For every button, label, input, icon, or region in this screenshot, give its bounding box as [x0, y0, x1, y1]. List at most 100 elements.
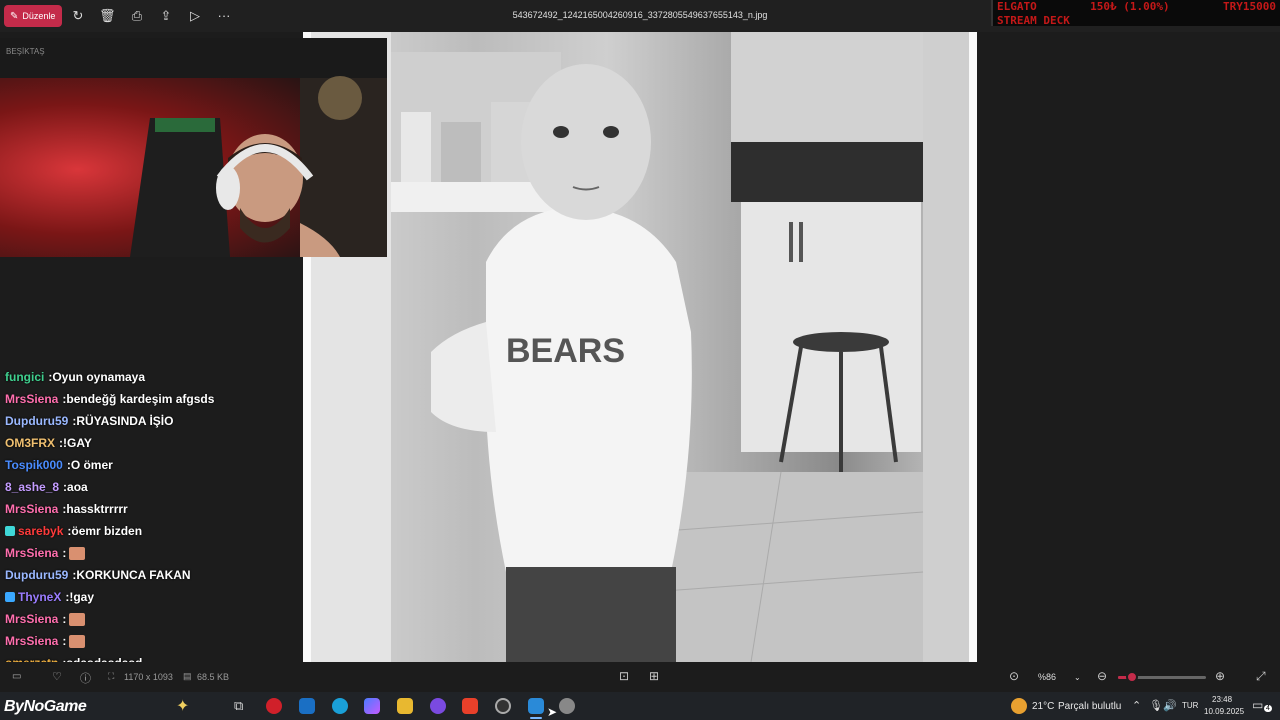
chat-badge-icon: [5, 592, 15, 602]
displayed-photo: BEARS: [311, 32, 969, 662]
photos-icon[interactable]: [528, 698, 544, 714]
zoom-out-icon[interactable]: ⊖: [1097, 669, 1107, 683]
chevron-up-icon[interactable]: ⌃: [1132, 699, 1141, 712]
edge-icon[interactable]: [332, 698, 348, 714]
chat-emote-icon: [69, 546, 86, 560]
zoom-select[interactable]: %86 ⌄: [1032, 667, 1086, 687]
chat-feed: fungici: Oyun oynamaya MrsSiena: bendeğğ …: [0, 366, 300, 696]
mouse-cursor-icon: ➤: [547, 705, 558, 719]
chat-message: ThyneX: !gay: [0, 586, 300, 608]
chat-emote-icon: [69, 612, 86, 626]
notification-icon[interactable]: ▭: [1252, 698, 1263, 712]
task-view-icon[interactable]: ⧉: [234, 698, 243, 714]
clock-date[interactable]: 10.09.2025: [1204, 707, 1244, 716]
outlook-icon[interactable]: [299, 698, 315, 714]
bynogame-logo: ByNoGame: [4, 698, 87, 715]
ticker-subtitle: STREAM DECK: [997, 14, 1070, 27]
chat-message: MrsSiena:: [0, 608, 300, 630]
chat-emote-icon: [69, 634, 86, 648]
chat-text: KORKUNCA FAKAN: [76, 568, 191, 582]
chat-username[interactable]: MrsSiena: [5, 502, 58, 516]
chat-message: Dupduru59: RÜYASINDA İŞİO: [0, 410, 300, 432]
webcam-overlay: BEŞİKTAŞ: [0, 38, 387, 257]
ticker-product: ELGATO: [997, 0, 1037, 13]
opera-icon[interactable]: [266, 698, 282, 714]
chat-text: Oyun oynamaya: [52, 370, 146, 384]
photo-illustration: BEARS: [311, 32, 969, 662]
chat-text: O ömer: [70, 458, 113, 472]
active-app-indicator: [530, 717, 542, 719]
language-indicator[interactable]: TUR: [1182, 701, 1198, 710]
obs-icon[interactable]: [495, 698, 511, 714]
sparkle-icon: ✦: [176, 698, 190, 715]
chat-text: öemr bizden: [71, 524, 143, 538]
actual-size-icon[interactable]: ⊞: [649, 669, 659, 683]
windows-taskbar: ByNoGame ✦ ⧉ 21°C Parçalı bulutlu ⌃ 🎙 🔊 …: [0, 692, 1280, 720]
ticker-change: 150₺ (1.00%): [1090, 0, 1170, 13]
viewer-status-bar: ▭ ♡ ⓘ ⛶ 1170 x 1093 ▤ 68.5 KB ⊡ ⊞ ⊙ %86 …: [0, 662, 1280, 692]
webcam-scene: BEŞİKTAŞ: [0, 38, 387, 257]
chat-username[interactable]: Dupduru59: [5, 414, 68, 428]
chat-message: MrsSiena: bendeğğ kardeşim afgsds: [0, 388, 300, 410]
chat-message: sarebyk: öemr bizden: [0, 520, 300, 542]
shield-app-icon[interactable]: [559, 698, 575, 714]
file-explorer-icon[interactable]: [397, 698, 413, 714]
zoom-slider-thumb[interactable]: [1126, 671, 1139, 683]
brave-icon[interactable]: [462, 698, 478, 714]
chat-username[interactable]: MrsSiena: [5, 634, 58, 648]
chat-message: Dupduru59: KORKUNCA FAKAN: [0, 564, 300, 586]
chat-text: bendeğğ kardeşim afgsds: [66, 392, 215, 406]
chat-message: MrsSiena:: [0, 630, 300, 652]
chat-separator: :: [62, 634, 67, 648]
image-dimensions: 1170 x 1093: [124, 672, 173, 682]
zoom-value: %86: [1038, 672, 1057, 682]
copilot-icon[interactable]: [364, 698, 380, 714]
chat-username[interactable]: sarebyk: [18, 524, 63, 538]
chat-text: hassktrrrrr: [66, 502, 128, 516]
chat-badge-icon: [5, 526, 15, 536]
chat-username[interactable]: Tospik000: [5, 458, 63, 472]
chat-username[interactable]: MrsSiena: [5, 392, 58, 406]
notification-count: 4: [1264, 705, 1272, 712]
chat-text: !gay: [69, 590, 95, 604]
chat-text: !GAY: [63, 436, 92, 450]
chat-username[interactable]: Dupduru59: [5, 568, 68, 582]
zoom-in-icon[interactable]: ⊕: [1215, 669, 1225, 683]
discord-icon[interactable]: [430, 698, 446, 714]
chat-message: MrsSiena: hassktrrrrr: [0, 498, 300, 520]
chat-text: aoa: [67, 480, 88, 494]
chat-separator: :: [62, 612, 67, 626]
fit-screen-icon[interactable]: ⊡: [619, 669, 629, 683]
chat-message: MrsSiena:: [0, 542, 300, 564]
ticker-price: TRY15000: [1223, 0, 1276, 13]
chat-username[interactable]: MrsSiena: [5, 612, 58, 626]
fit-window-icon[interactable]: ⊙: [1009, 669, 1019, 683]
chat-message: Tospik000: O ömer: [0, 454, 300, 476]
message-icon: ▭: [12, 671, 22, 682]
chat-username[interactable]: ThyneX: [18, 590, 61, 604]
chat-username[interactable]: OM3FRX: [5, 436, 55, 450]
chat-message: OM3FRX: !GAY: [0, 432, 300, 454]
filesize-icon: ▤: [183, 671, 192, 681]
chat-message: fungici: Oyun oynamaya: [0, 366, 300, 388]
microphone-icon[interactable]: 🎙: [1149, 699, 1163, 712]
fullscreen-icon[interactable]: ⤢: [1256, 669, 1266, 684]
clock-time[interactable]: 23:48: [1212, 695, 1232, 704]
heart-icon[interactable]: ♡: [52, 670, 62, 683]
weather-icon: [1011, 698, 1027, 714]
info-icon[interactable]: ⓘ: [80, 670, 91, 686]
image-canvas[interactable]: BEARS: [303, 32, 977, 662]
chevron-down-icon: ⌄: [1074, 672, 1081, 682]
zoom-slider[interactable]: [1118, 671, 1206, 683]
file-size: 68.5 KB: [197, 672, 230, 682]
chat-separator: :: [62, 546, 67, 560]
chat-username[interactable]: 8_ashe_8: [5, 480, 59, 494]
chat-username[interactable]: MrsSiena: [5, 546, 58, 560]
wall-text: BEŞİKTAŞ: [6, 47, 45, 56]
chat-text: RÜYASINDA İŞİO: [76, 414, 174, 428]
dimensions-icon: ⛶: [108, 671, 115, 681]
weather-desc[interactable]: Parçalı bulutlu: [1058, 701, 1121, 712]
chat-username[interactable]: fungici: [5, 370, 44, 384]
volume-icon[interactable]: 🔊: [1163, 699, 1177, 712]
weather-temp[interactable]: 21°C: [1032, 701, 1054, 712]
